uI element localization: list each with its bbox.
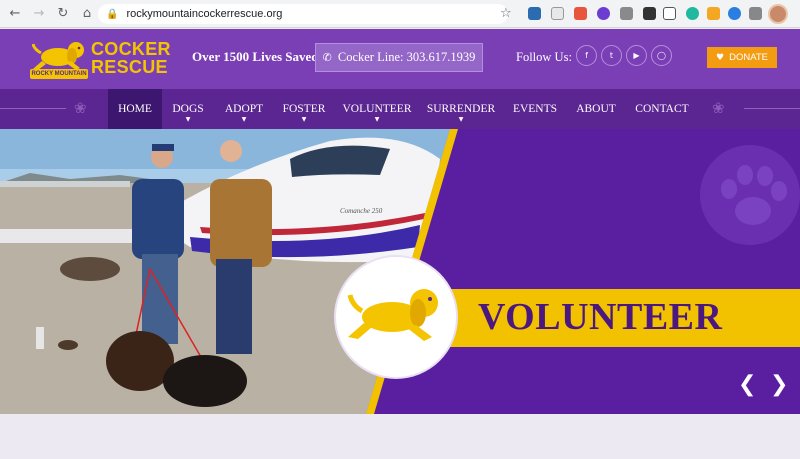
nav-item-adopt[interactable]: ADOPT ▼ [222,89,266,129]
nav-label: VOLUNTEER [342,103,412,115]
nav-item-events[interactable]: EVENTS [510,89,560,129]
hero-logo-medallion [336,257,456,377]
puzzle-icon[interactable] [749,7,762,20]
plane-lettering: Comanche 250 [340,207,383,215]
paw-icon: ❀ [712,99,725,117]
hero-title: VOLUNTEER [478,296,723,338]
caret-down-icon: ▼ [301,116,307,123]
back-icon[interactable]: ← [6,5,24,23]
instagram-icon[interactable]: ◯ [651,45,672,66]
caret-down-icon: ▼ [374,116,380,123]
caret-down-icon: ▼ [185,116,191,123]
site-header: COCKER RESCUE ROCKY MOUNTAIN Over 1500 L… [0,29,800,89]
screenshot-icon[interactable] [663,7,676,20]
extension-icon[interactable] [707,7,720,20]
extension-icon[interactable] [597,7,610,20]
cocker-line-button[interactable]: ✆ Cocker Line: 303.617.1939 [315,43,483,72]
extension-icon[interactable] [728,7,741,20]
nav-label: EVENTS [512,103,558,115]
follow-us-label: Follow Us: [516,50,572,64]
caret-down-icon: ▼ [241,116,247,123]
reload-icon[interactable]: ↻ [54,5,72,23]
donate-label: DONATE [729,52,768,63]
twitter-icon[interactable]: t [601,45,622,66]
running-dog-logo-icon [32,42,84,70]
donate-button[interactable]: ♥ DONATE [707,47,777,68]
address-bar[interactable]: 🔒 rockymountaincockerrescue.org [98,4,508,24]
paw-icon: ❀ [74,99,87,117]
nav-label: HOME [118,103,152,115]
site-logo[interactable]: COCKER RESCUE ROCKY MOUNTAIN [30,35,171,81]
extension-icon[interactable] [574,7,587,20]
nav-item-surrender[interactable]: SURRENDER ▼ [426,89,496,129]
paw-watermark-icon [700,145,800,245]
nav-label: ABOUT [576,103,616,115]
nav-label: ADOPT [224,103,264,115]
forward-icon[interactable]: → [30,5,48,23]
chevron-right-icon[interactable]: ❯ [770,372,788,397]
logo-text-rescue: RESCUE [91,57,168,77]
page-content-area [0,414,800,459]
profile-avatar[interactable] [768,4,788,24]
logo-badge: ROCKY MOUNTAIN [30,69,88,79]
chevron-left-icon[interactable]: ❮ [738,372,756,397]
nav-divider [744,108,800,109]
extension-icon[interactable] [528,7,541,20]
nav-item-volunteer[interactable]: VOLUNTEER ▼ [342,89,412,129]
youtube-icon[interactable]: ▶ [626,45,647,66]
cocker-line-label: Cocker Line: 303.617.1939 [337,50,476,64]
caret-down-icon: ▼ [458,116,464,123]
address-text: rockymountaincockerrescue.org [126,8,283,20]
extension-icon[interactable] [686,7,699,20]
running-dog-icon [347,289,438,341]
camera-icon[interactable] [620,7,633,20]
extension-icon[interactable] [643,7,656,20]
nav-divider [0,108,66,109]
main-nav: ❀ ❀ HOME DOGS ▼ ADOPT ▼ FOSTER ▼ VOLUNTE… [0,89,800,129]
phone-icon: ✆ [322,51,332,64]
extension-icon[interactable] [551,7,564,20]
lock-icon: 🔒 [106,8,119,20]
nav-item-contact[interactable]: CONTACT [632,89,692,129]
nav-label: CONTACT [635,103,689,115]
nav-item-about[interactable]: ABOUT [574,89,618,129]
hero-slider: Comanche 250 VOLUNTEER ❮ ❯ [0,129,800,414]
nav-label: DOGS [172,103,204,115]
nav-label: SURRENDER [426,103,496,115]
nav-label: FOSTER [282,103,326,115]
nav-item-foster[interactable]: FOSTER ▼ [280,89,328,129]
nav-item-home[interactable]: HOME [108,89,162,129]
heart-icon: ♥ [716,52,725,63]
facebook-icon[interactable]: f [576,45,597,66]
bookmark-star-icon[interactable]: ☆ [500,6,512,21]
tagline: Over 1500 Lives Saved ! [192,49,327,64]
home-icon[interactable]: ⌂ [78,5,96,23]
nav-item-dogs[interactable]: DOGS ▼ [168,89,208,129]
browser-toolbar: ← → ↻ ⌂ 🔒 rockymountaincockerrescue.org … [0,0,800,28]
